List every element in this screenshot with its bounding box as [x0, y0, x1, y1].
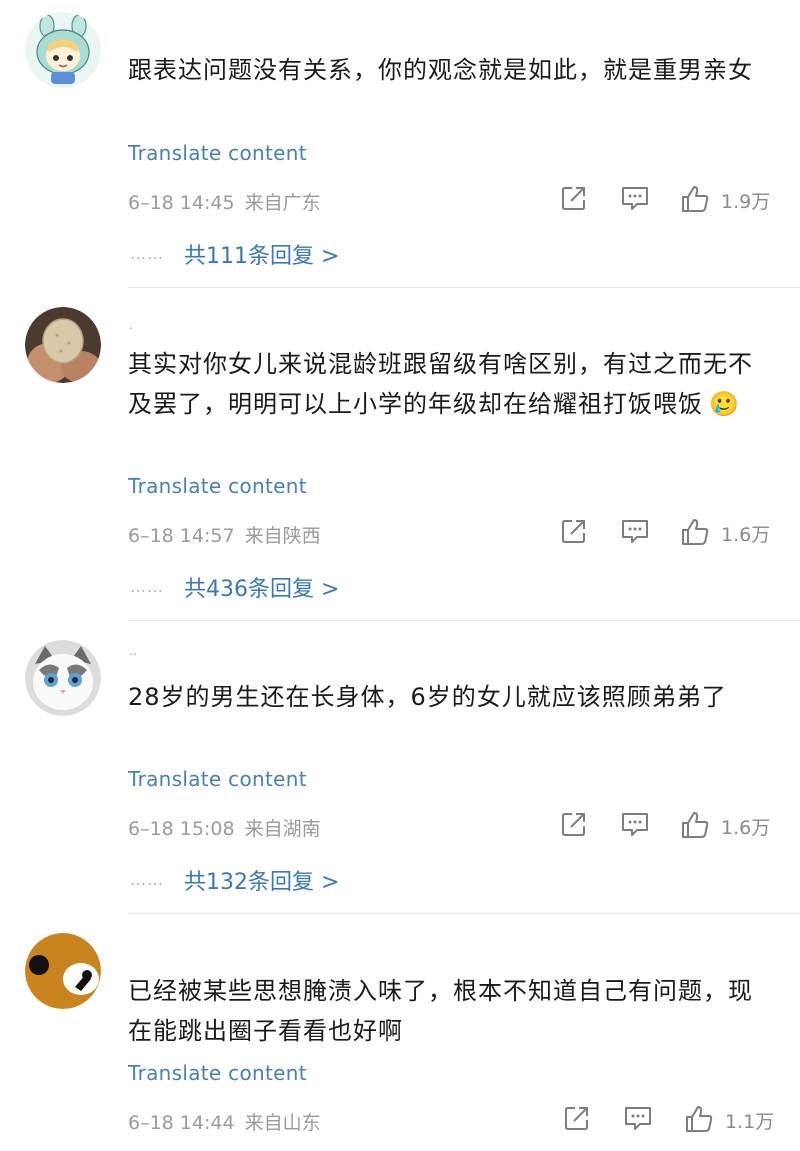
comment-location: 来自湖南 [244, 818, 321, 840]
like-icon[interactable] [680, 517, 710, 551]
avatar[interactable] [25, 12, 101, 88]
comment-text: 其实对你女儿来说混龄班跟留级有啥区别，有过之而无不及罢了，明明可以上小学的年级却… [128, 344, 768, 424]
like-count: 1.6万 [721, 817, 771, 839]
comment-actions: 1.1万 [556, 1104, 778, 1136]
like-icon[interactable] [684, 1104, 714, 1138]
bunny-girl-avatar-icon [25, 12, 101, 88]
divider [128, 913, 800, 914]
comment-icon[interactable] [620, 810, 650, 842]
reply-dots: …… [130, 577, 164, 596]
comment-meta: 6–18 15:08 来自湖南 [128, 814, 321, 841]
comment-text: 已经被某些思想腌渍入味了，根本不知道自己有问题，现在能跳出圈子看看也好啊 [128, 977, 753, 1045]
comment-marker: .. [129, 644, 137, 658]
reply-dots: …… [130, 870, 164, 889]
comment-timestamp: 6–18 14:44 [128, 1112, 235, 1134]
replies-count[interactable]: 共111条回复 > [184, 244, 339, 269]
translate-link[interactable]: Translate content [128, 767, 307, 791]
translate-link[interactable]: Translate content [128, 474, 307, 498]
avatar[interactable] [25, 640, 101, 716]
comment-meta: 6–18 14:44 来自山东 [128, 1108, 321, 1135]
share-icon[interactable] [560, 517, 588, 549]
replies-count[interactable]: 共436条回复 > [184, 577, 339, 602]
comment-icon[interactable] [620, 184, 650, 216]
emoji: 🥲 [709, 390, 740, 418]
like-icon[interactable] [680, 810, 710, 844]
comment-location: 来自广东 [244, 192, 321, 214]
reply-dots: …… [130, 244, 164, 263]
comment-actions: 1.9万 [556, 184, 778, 216]
comment-location: 来自陕西 [244, 525, 321, 547]
replies-link[interactable]: …… 共111条回复 > [130, 238, 339, 270]
comment-actions: 1.6万 [556, 517, 778, 549]
comment-icon[interactable] [623, 1104, 653, 1136]
like-icon[interactable] [680, 184, 710, 218]
share-icon[interactable] [563, 1104, 591, 1136]
divider [128, 287, 800, 288]
comment-text: 28岁的男生还在长身体，6岁的女儿就应该照顾弟弟了 [128, 683, 727, 711]
comment-text: 跟表达问题没有关系，你的观念就是如此，就是重男亲女 [128, 56, 753, 84]
white-cat-avatar-icon [25, 640, 101, 716]
share-icon[interactable] [560, 184, 588, 216]
share-icon[interactable] [560, 810, 588, 842]
replies-count[interactable]: 共132条回复 > [184, 870, 339, 895]
translate-link[interactable]: Translate content [128, 141, 307, 165]
comment-meta: 6–18 14:45 来自广东 [128, 188, 321, 215]
like-count: 1.6万 [721, 524, 771, 546]
cookie-in-hand-avatar-icon [25, 307, 101, 383]
orange-cartoon-avatar-icon [25, 933, 101, 1009]
comment-text-body: 其实对你女儿来说混龄班跟留级有啥区别，有过之而无不及罢了，明明可以上小学的年级却… [128, 350, 753, 418]
comment-actions: 1.6万 [556, 810, 778, 842]
comment-meta: 6–18 14:57 来自陕西 [128, 521, 321, 548]
comment-timestamp: 6–18 15:08 [128, 818, 235, 840]
avatar[interactable] [25, 307, 101, 383]
replies-link[interactable]: …… 共132条回复 > [130, 864, 339, 896]
comment-location: 来自山东 [244, 1112, 321, 1134]
divider [128, 620, 800, 621]
like-count: 1.9万 [721, 191, 771, 213]
replies-link[interactable]: …… 共436条回复 > [130, 571, 339, 603]
translate-link[interactable]: Translate content [128, 1061, 307, 1085]
comment-icon[interactable] [620, 517, 650, 549]
comment-marker: . [129, 318, 133, 332]
comment-timestamp: 6–18 14:57 [128, 525, 235, 547]
comment-timestamp: 6–18 14:45 [128, 192, 235, 214]
like-count: 1.1万 [725, 1111, 775, 1133]
avatar[interactable] [25, 933, 101, 1009]
